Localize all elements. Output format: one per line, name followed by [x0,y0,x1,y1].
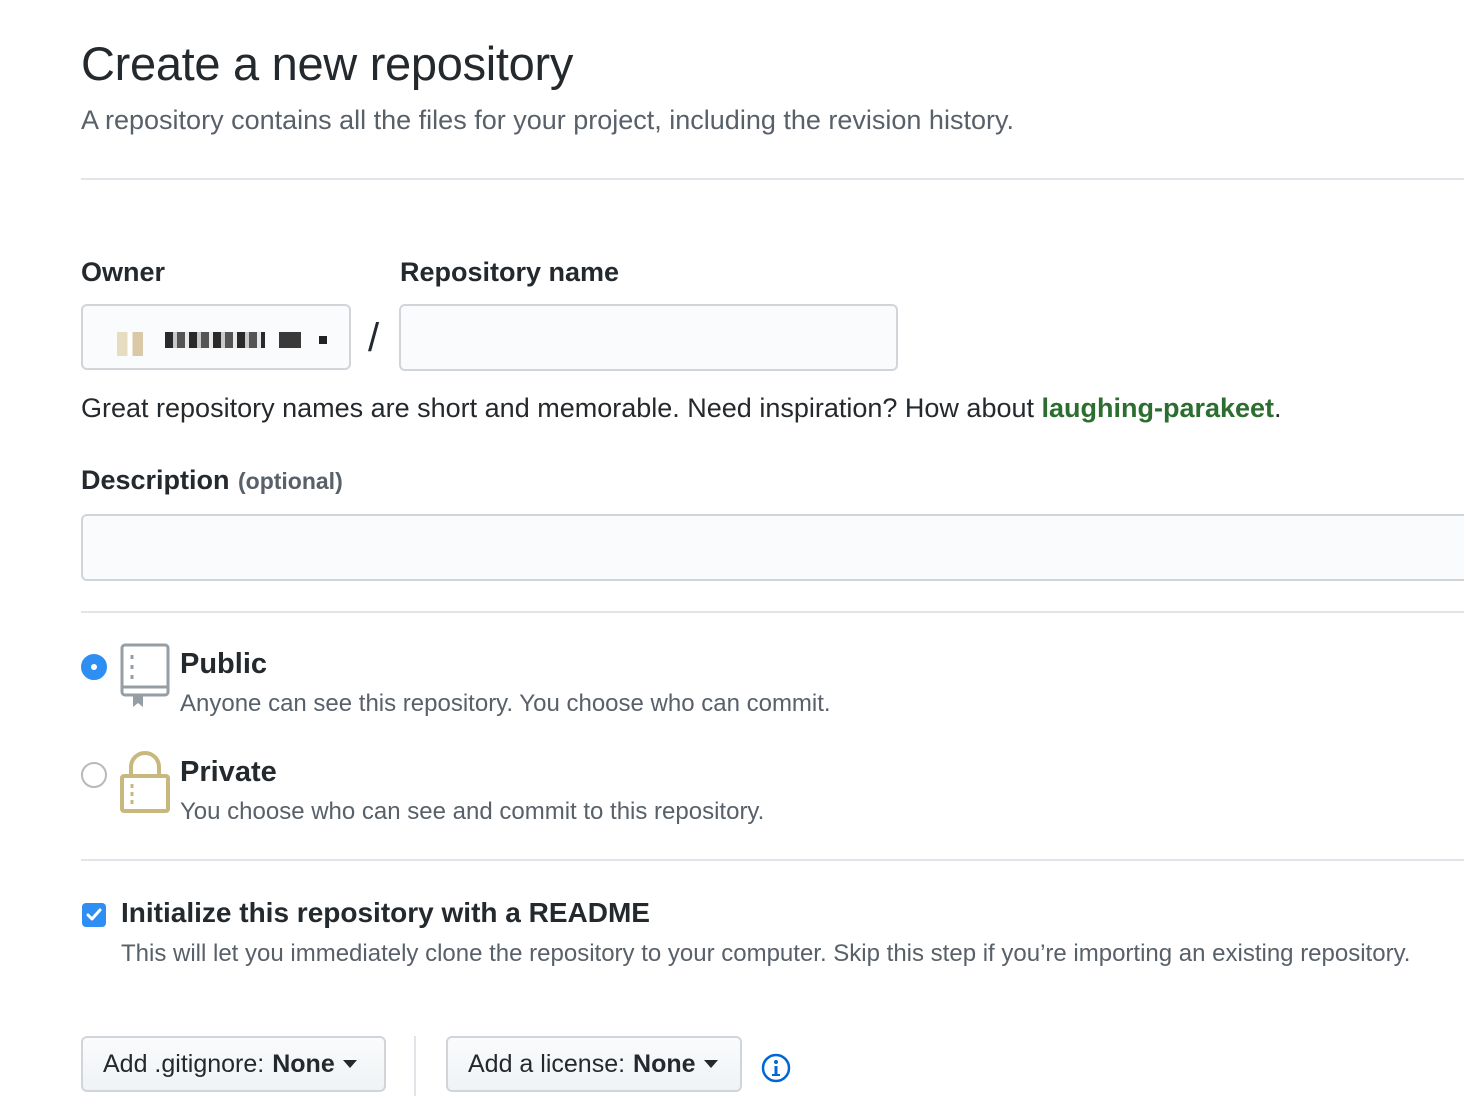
owner-name-blurred [165,332,265,348]
description-input[interactable] [81,514,1464,581]
public-radio[interactable] [81,654,107,680]
repo-book-icon [120,643,170,707]
dropdown-separator [414,1036,416,1096]
caret-down-icon [703,1060,718,1068]
name-hint-end: . [1274,393,1282,423]
owner-avatar-blurred [117,332,143,356]
readme-title: Initialize this repository with a README [121,897,650,928]
gitignore-dropdown[interactable]: Add .gitignore: None [81,1036,386,1092]
repo-name-label: Repository name [400,257,620,287]
description-divider [81,611,1464,613]
private-option-desc: You choose who can see and commit to thi… [180,798,765,825]
name-hint-text: Great repository names are short and mem… [81,393,1042,423]
owner-name-blurred-3 [319,336,327,344]
caret-down-icon [342,1060,357,1068]
readme-checkbox[interactable] [82,903,106,927]
description-label: Description [81,465,230,495]
info-icon[interactable] [761,1053,791,1083]
private-option-title: Private [180,756,277,788]
checkmark-icon [86,908,102,921]
readme-desc: This will let you immediately clone the … [121,940,1411,967]
repository-name-input[interactable] [399,304,898,371]
gitignore-label: Add .gitignore: [103,1049,265,1078]
description-label-group: Description (optional) [81,465,343,496]
lock-icon [120,751,170,813]
name-suggestion-link[interactable]: laughing-parakeet [1042,393,1275,423]
gitignore-value: None [272,1049,335,1078]
license-dropdown[interactable]: Add a license: None [446,1036,742,1092]
owner-name-blurred-2 [279,332,301,348]
visibility-divider [81,859,1464,861]
owner-repo-separator: / [368,316,380,360]
name-hint: Great repository names are short and mem… [81,393,1282,424]
header-divider [81,178,1464,180]
license-value: None [633,1049,696,1078]
public-option-desc: Anyone can see this repository. You choo… [180,690,831,717]
page-title: Create a new repository [81,37,574,90]
owner-label: Owner [81,257,166,287]
private-radio[interactable] [81,762,107,788]
license-label: Add a license: [468,1049,626,1078]
description-optional-note: (optional) [237,468,343,494]
public-option-title: Public [180,648,268,680]
page-subtitle: A repository contains all the files for … [81,105,1014,135]
owner-select[interactable] [81,304,351,370]
